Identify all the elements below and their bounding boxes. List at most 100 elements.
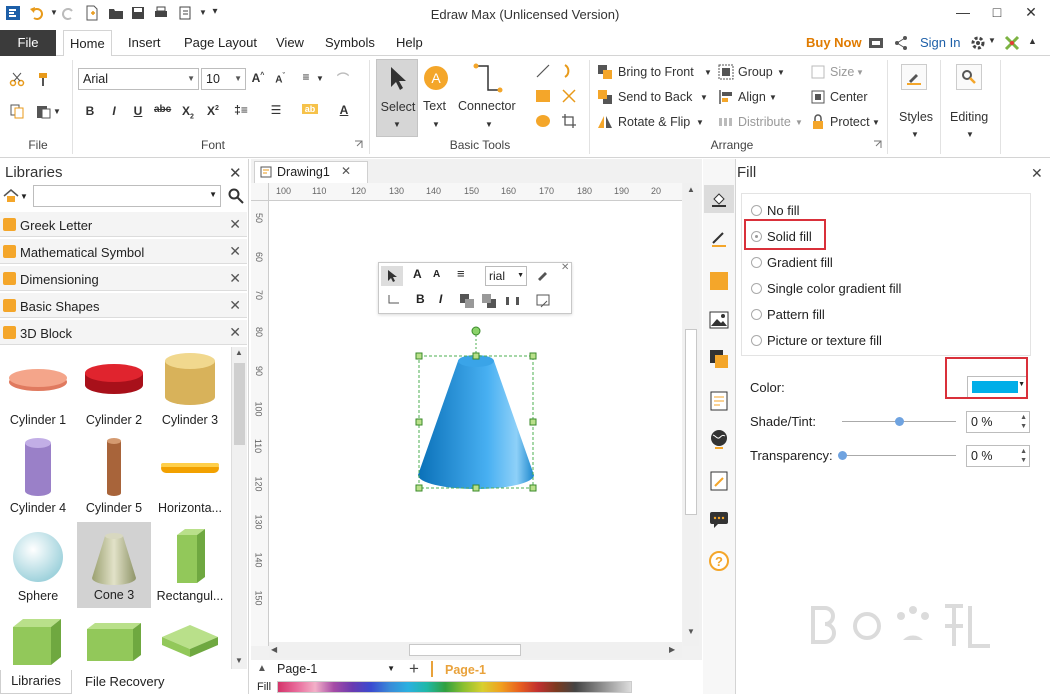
minimize-icon[interactable]: —	[953, 4, 973, 22]
bring-front-icon[interactable]	[459, 293, 475, 309]
cube-thumbnail[interactable]	[11, 617, 63, 667]
italic-button[interactable]: I	[106, 104, 122, 118]
group-icon[interactable]	[718, 64, 734, 80]
italic-button[interactable]: I	[439, 292, 442, 306]
editing-button[interactable]	[956, 64, 982, 90]
scroll-left-icon[interactable]: ◀	[271, 645, 277, 654]
single-color-gradient-radio[interactable]	[751, 283, 762, 294]
document-properties-icon[interactable]	[710, 391, 728, 411]
chevron-down-icon[interactable]: ▼	[872, 118, 880, 127]
library-search-input[interactable]: ▼	[33, 185, 221, 207]
gear-icon[interactable]	[970, 35, 986, 51]
rectangle-tool-icon[interactable]	[535, 88, 551, 104]
crop-tool-icon[interactable]	[561, 113, 577, 129]
shape-cylinder-1[interactable]: Cylinder 1	[1, 347, 75, 433]
align-button[interactable]: Align	[738, 90, 766, 104]
shape-rectangular-block[interactable]: Rectangul...	[153, 523, 227, 609]
chevron-down-icon[interactable]: ▼	[704, 68, 712, 77]
bullets-icon[interactable]: ☰	[268, 103, 284, 117]
page-tab[interactable]: Page-1	[445, 663, 486, 677]
library-item-greek-letter[interactable]: Greek Letter ✕	[0, 211, 247, 237]
color-palette-strip[interactable]	[277, 681, 632, 693]
scroll-up-icon[interactable]: ▲	[235, 348, 243, 357]
connector-tool-icon[interactable]	[470, 62, 506, 96]
cut-icon[interactable]	[9, 71, 25, 87]
tab-file-recovery[interactable]: File Recovery	[85, 674, 164, 689]
editing-label[interactable]: Editing	[950, 110, 988, 124]
home-dropdown-icon[interactable]: ▼	[20, 192, 28, 201]
add-page-icon[interactable]: +	[409, 659, 419, 679]
rotate-flip-button[interactable]: Rotate & Flip	[618, 115, 690, 129]
underline-button[interactable]: U	[130, 104, 146, 118]
close-icon[interactable]: ✕	[229, 270, 241, 287]
subscript-button[interactable]: X2	[180, 104, 196, 120]
search-icon[interactable]	[228, 188, 244, 204]
tab-home[interactable]: Home	[63, 30, 112, 57]
chevron-down-icon[interactable]: ▼	[432, 120, 440, 129]
library-item-basic-shapes[interactable]: Basic Shapes ✕	[0, 292, 247, 318]
canvas-vertical-scrollbar[interactable]: ▲ ▼	[683, 183, 699, 646]
shape-cylinder-5[interactable]: Cylinder 5	[77, 435, 151, 521]
picture-fill-label[interactable]: Picture or texture fill	[767, 333, 882, 348]
block-thumbnail[interactable]	[85, 621, 143, 663]
page-up-icon[interactable]: ▲	[257, 663, 267, 674]
close-mini-toolbar-icon[interactable]: ✕	[561, 262, 569, 273]
shape-cone-3[interactable]: Cone 3	[77, 522, 151, 608]
text-tool-icon[interactable]: A	[422, 64, 450, 92]
comment-icon[interactable]	[709, 511, 729, 529]
center-icon[interactable]	[810, 89, 826, 105]
gradient-fill-label[interactable]: Gradient fill	[767, 255, 833, 270]
shape-cylinder-4[interactable]: Cylinder 4	[1, 435, 75, 521]
theme-icon[interactable]	[1004, 35, 1020, 51]
font-name-select[interactable]: Arial ▼	[78, 68, 199, 90]
styles-label[interactable]: Styles	[899, 110, 933, 124]
close-icon[interactable]: ✕	[1031, 165, 1043, 182]
fill-style-icon[interactable]	[535, 293, 551, 309]
tab-view[interactable]: View	[270, 30, 310, 56]
scroll-up-icon[interactable]: ▲	[687, 185, 695, 194]
arc-tool-icon[interactable]	[561, 63, 577, 79]
chevron-down-icon[interactable]: ▼	[700, 93, 708, 102]
close-icon[interactable]: ✕	[229, 297, 241, 314]
tab-libraries[interactable]: Libraries	[0, 670, 72, 694]
send-to-back-icon[interactable]	[597, 89, 613, 105]
send-back-icon[interactable]	[481, 293, 497, 309]
pattern-fill-label[interactable]: Pattern fill	[767, 307, 825, 322]
chevron-down-icon[interactable]: ▼	[777, 68, 785, 77]
rotate-flip-icon[interactable]	[597, 114, 613, 130]
file-tab[interactable]: File	[0, 30, 56, 56]
sign-in-link[interactable]: Sign In	[920, 35, 960, 50]
page-select[interactable]: Page-1 ▼	[277, 662, 395, 680]
collapse-ribbon-icon[interactable]: ▲	[1028, 36, 1037, 46]
no-fill-label[interactable]: No fill	[767, 203, 800, 218]
strikethrough-button[interactable]: abc	[154, 104, 171, 115]
cross-tool-icon[interactable]	[561, 88, 577, 104]
shade-tint-input[interactable]: 0 % ▲ ▼	[966, 411, 1030, 433]
tab-symbols[interactable]: Symbols	[319, 30, 381, 56]
mini-pointer-button[interactable]	[381, 266, 403, 286]
align-dropdown-icon[interactable]: ▼	[316, 74, 324, 83]
library-item-mathematical-symbol[interactable]: Mathematical Symbol ✕	[0, 238, 247, 264]
library-item-dimensioning[interactable]: Dimensioning ✕	[0, 265, 247, 291]
bring-to-front-button[interactable]: Bring to Front	[618, 65, 694, 79]
chevron-down-icon[interactable]: ▼	[911, 130, 919, 139]
shade-tint-slider-knob[interactable]	[895, 417, 904, 426]
send-to-back-button[interactable]: Send to Back	[618, 90, 692, 104]
center-button[interactable]: Center	[830, 90, 868, 104]
dialog-launcher-icon[interactable]	[873, 140, 882, 149]
close-tab-icon[interactable]: ✕	[341, 164, 351, 178]
close-panel-icon[interactable]: ✕	[229, 164, 242, 182]
paste-icon[interactable]	[35, 103, 51, 119]
transparency-slider[interactable]	[842, 455, 956, 456]
chevron-down-icon[interactable]: ▼	[966, 130, 974, 139]
scroll-down-icon[interactable]: ▼	[687, 627, 695, 636]
line-spacing-icon[interactable]: ‡≡	[233, 103, 249, 117]
spinner-arrows-icon[interactable]: ▲ ▼	[1020, 447, 1027, 465]
slab-thumbnail[interactable]	[160, 623, 220, 659]
shape-sphere[interactable]: Sphere	[1, 523, 75, 609]
close-icon[interactable]: ✕	[229, 216, 241, 233]
share-icon[interactable]	[893, 35, 909, 51]
distribute-icon[interactable]	[505, 293, 521, 309]
shadow-icon[interactable]	[709, 271, 729, 291]
close-icon[interactable]: ✕	[229, 243, 241, 260]
